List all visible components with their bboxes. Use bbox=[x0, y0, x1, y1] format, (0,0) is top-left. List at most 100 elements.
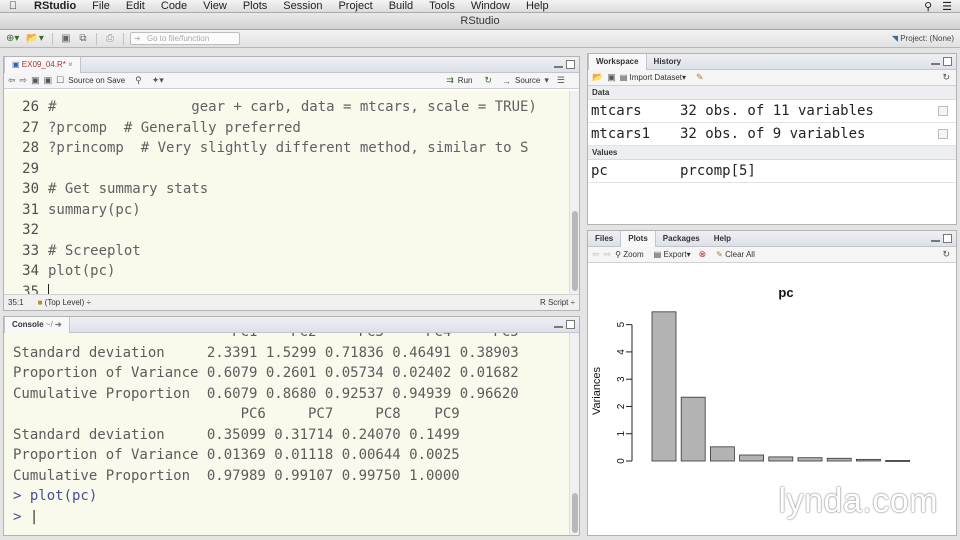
refresh-icon[interactable]: ↻ bbox=[942, 72, 950, 83]
workspace-value-row[interactable]: pc prcomp[5] bbox=[588, 160, 956, 183]
goto-file-input[interactable]: ➜ Go to file/function bbox=[129, 32, 240, 45]
close-tab-icon[interactable]: × bbox=[68, 60, 73, 69]
maximize-icon[interactable] bbox=[566, 60, 575, 69]
zoom-icon: ⚲ bbox=[615, 250, 621, 259]
code-line: 31 summary(pc) bbox=[4, 200, 569, 221]
clear-all-button[interactable]: ✎ Clear All bbox=[716, 250, 755, 259]
tab-workspace[interactable]: Workspace bbox=[588, 53, 647, 70]
menu-help[interactable]: Help bbox=[518, 0, 557, 12]
menu-tools[interactable]: Tools bbox=[421, 0, 463, 12]
file-type-selector[interactable]: R Script ÷ bbox=[540, 298, 575, 307]
editor-tab-label: EX09_04.R* bbox=[21, 59, 66, 69]
menu-project[interactable]: Project bbox=[330, 0, 380, 12]
code-tools-wand-icon[interactable]: ✦▾ bbox=[152, 75, 164, 86]
tab-files[interactable]: Files bbox=[588, 231, 620, 247]
tab-console[interactable]: Console ~/ ➜ bbox=[4, 316, 70, 333]
notification-list-icon[interactable]: ☰ bbox=[942, 0, 952, 13]
menu-plots[interactable]: Plots bbox=[235, 0, 275, 12]
minimize-icon[interactable] bbox=[554, 65, 563, 68]
text-cursor: | bbox=[29, 508, 39, 525]
clear-workspace-broom-icon[interactable]: ✎ bbox=[696, 72, 704, 83]
source-icon[interactable]: → bbox=[502, 76, 511, 86]
code-editor[interactable]: 26 # gear + carb, data = mtcars, scale = … bbox=[4, 91, 569, 294]
console-scrollbar[interactable] bbox=[569, 333, 579, 535]
export-label: Export bbox=[663, 250, 687, 259]
maximize-icon[interactable] bbox=[943, 234, 952, 243]
menu-file[interactable]: File bbox=[84, 0, 118, 12]
spotlight-search-icon[interactable]: ⚲ bbox=[924, 0, 932, 13]
previous-plot-icon[interactable]: ⇦ bbox=[592, 249, 600, 260]
find-replace-icon[interactable]: ⚲ bbox=[135, 75, 142, 86]
run-button[interactable]: Run bbox=[458, 76, 473, 85]
rerun-icon[interactable]: ↻ bbox=[484, 75, 492, 86]
source-button[interactable]: Source bbox=[515, 76, 540, 85]
line-number: 33 bbox=[22, 242, 39, 259]
apple-icon[interactable]:  bbox=[0, 0, 26, 12]
tab-history[interactable]: History bbox=[647, 54, 689, 70]
code-text: # Get summary stats bbox=[48, 181, 209, 197]
editor-scrollbar[interactable] bbox=[569, 91, 579, 294]
refresh-icon[interactable]: ↻ bbox=[942, 249, 950, 260]
menu-build[interactable]: Build bbox=[381, 0, 421, 12]
console-line: PC1 PC2 PC3 PC4 PC5 bbox=[13, 333, 569, 343]
run-arrow-icon[interactable]: ⇉ bbox=[446, 75, 454, 86]
forward-arrow-icon[interactable]: ⇨ bbox=[20, 75, 28, 86]
zoom-button[interactable]: ⚲ Zoom bbox=[615, 250, 644, 259]
bar-pc8 bbox=[855, 458, 881, 462]
minimize-icon[interactable] bbox=[554, 325, 563, 328]
import-dataset-button[interactable]: ▤ Import Dataset▾ bbox=[620, 73, 686, 82]
toolbar-divider bbox=[122, 32, 124, 45]
project-menu[interactable]: ◥ Project: (None) bbox=[892, 34, 954, 43]
console-line: Proportion of Variance 0.6079 0.2601 0.0… bbox=[13, 365, 519, 381]
maximize-icon[interactable] bbox=[943, 57, 952, 66]
save-all-icon[interactable]: ⧉ bbox=[76, 32, 90, 45]
console-output[interactable]: PC1 PC2 PC3 PC4 PC5 Standard deviation 2… bbox=[4, 333, 569, 535]
menu-code[interactable]: Code bbox=[153, 0, 195, 12]
print-icon[interactable]: ⎙ bbox=[103, 32, 117, 45]
view-data-grid-icon[interactable] bbox=[938, 129, 948, 139]
goto-placeholder: Go to file/function bbox=[146, 34, 210, 43]
go-to-wd-icon[interactable]: ➜ bbox=[55, 320, 62, 329]
console-line: Standard deviation 2.3391 1.5299 0.71836… bbox=[13, 344, 519, 361]
menu-edit[interactable]: Edit bbox=[118, 0, 153, 12]
bar-pc5 bbox=[768, 456, 794, 462]
y-tick-label: 5 bbox=[616, 321, 627, 327]
minimize-icon[interactable] bbox=[931, 62, 940, 65]
export-button[interactable]: ▤ Export▾ bbox=[654, 250, 691, 259]
menu-window[interactable]: Window bbox=[463, 0, 518, 12]
save-icon[interactable]: ▣ bbox=[59, 32, 73, 45]
remove-plot-icon[interactable]: ⊗ bbox=[699, 249, 707, 260]
tab-help[interactable]: Help bbox=[707, 231, 738, 247]
bar-pc6 bbox=[797, 457, 823, 462]
console-scroll-thumb[interactable] bbox=[572, 493, 578, 533]
workspace-data-row[interactable]: mtcars1 32 obs. of 9 variables bbox=[588, 123, 956, 146]
outline-icon[interactable]: ☰ bbox=[557, 75, 565, 86]
maximize-icon[interactable] bbox=[566, 320, 575, 329]
view-data-grid-icon[interactable] bbox=[938, 106, 948, 116]
goto-arrow-icon: ➜ bbox=[133, 34, 141, 43]
new-file-icon[interactable]: ⊕▾ bbox=[4, 32, 21, 45]
editor-scroll-thumb[interactable] bbox=[572, 211, 578, 291]
back-arrow-icon[interactable]: ⇦ bbox=[8, 75, 16, 86]
show-in-window-icon[interactable]: ▣ bbox=[31, 75, 40, 86]
code-text: # Screeplot bbox=[48, 242, 141, 259]
next-plot-icon[interactable]: ⇨ bbox=[604, 249, 612, 260]
console-window-controls bbox=[554, 320, 575, 329]
menu-rstudio[interactable]: RStudio bbox=[26, 0, 84, 12]
menu-session[interactable]: Session bbox=[275, 0, 330, 12]
console-input-prompt[interactable]: > | bbox=[13, 507, 569, 528]
console-tab-label: Console bbox=[12, 319, 44, 329]
source-on-save-checkbox[interactable]: ☐ bbox=[56, 75, 64, 86]
open-project-icon[interactable]: 📂▾ bbox=[24, 32, 45, 45]
save-workspace-icon[interactable]: ▣ bbox=[607, 72, 616, 83]
tab-plots[interactable]: Plots bbox=[620, 230, 656, 247]
tab-editor-file[interactable]: ▣ EX09_04.R* × bbox=[4, 56, 81, 73]
scope-selector[interactable]: ■ (Top Level) ÷ bbox=[38, 298, 91, 307]
menu-view[interactable]: View bbox=[195, 0, 235, 12]
save-icon[interactable]: ▣ bbox=[44, 75, 53, 86]
workspace-data-row[interactable]: mtcars 32 obs. of 11 variables bbox=[588, 100, 956, 123]
tab-packages[interactable]: Packages bbox=[656, 231, 707, 247]
load-workspace-icon[interactable]: 📂 bbox=[592, 72, 603, 83]
minimize-icon[interactable] bbox=[931, 239, 940, 242]
source-dropdown-icon[interactable]: ▾ bbox=[544, 75, 549, 86]
